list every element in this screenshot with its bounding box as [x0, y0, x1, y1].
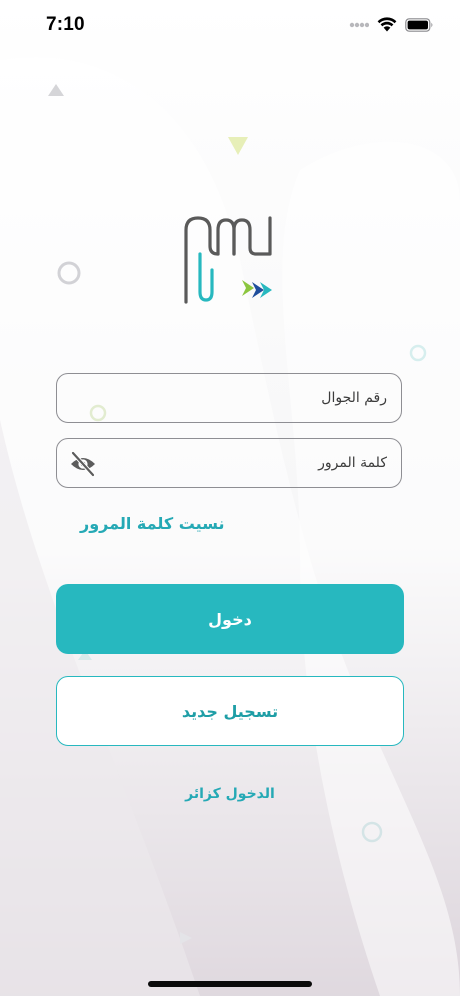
password-input[interactable]	[57, 439, 401, 487]
forgot-password-link[interactable]: نسيت كلمة المرور	[80, 514, 225, 533]
phone-input[interactable]	[57, 374, 401, 422]
background-decoration	[0, 0, 460, 996]
app-logo	[184, 216, 272, 304]
password-field[interactable]	[56, 438, 402, 488]
battery-icon	[405, 17, 433, 32]
status-time: 7:10	[46, 14, 85, 35]
register-button[interactable]: تسجيل جديد	[56, 676, 404, 746]
guest-login-link[interactable]: الدخول كزائر	[0, 786, 460, 802]
status-icons	[349, 17, 434, 32]
home-indicator	[148, 981, 312, 987]
signal-dots-icon	[349, 22, 369, 27]
chevron-arrows-icon	[242, 280, 272, 298]
login-button[interactable]: دخول	[56, 584, 404, 654]
status-bar: 7:10	[0, 0, 460, 52]
eye-slash-icon[interactable]	[69, 451, 97, 477]
wifi-icon	[377, 17, 397, 32]
phone-field[interactable]	[56, 373, 402, 423]
